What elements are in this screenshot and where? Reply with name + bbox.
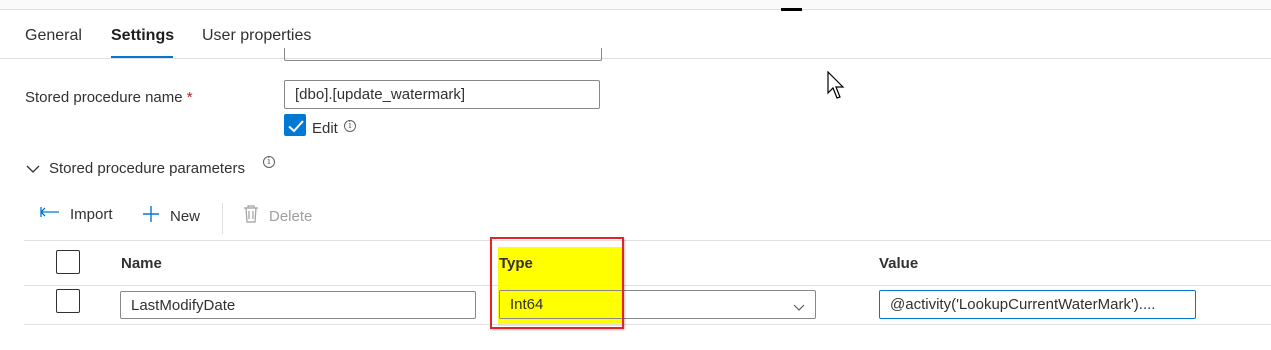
drag-handle[interactable]: [781, 8, 802, 11]
new-button[interactable]: New: [142, 205, 200, 227]
edit-label: Edit: [312, 120, 338, 137]
top-panel-edge: [0, 0, 1271, 10]
new-label: New: [170, 207, 201, 225]
import-arrow-icon: [40, 205, 60, 223]
table-header-bottom-border: [24, 285, 1271, 286]
required-marker: *: [186, 89, 193, 106]
column-header-name[interactable]: Name: [121, 255, 162, 272]
mouse-cursor-icon: [827, 70, 847, 106]
stored-procedure-name-field[interactable]: [dbo].[update_watermark]: [284, 80, 600, 109]
tab-general[interactable]: General: [25, 27, 82, 45]
row-checkbox[interactable]: [56, 289, 80, 313]
active-tab-indicator: [111, 56, 173, 58]
tab-settings[interactable]: Settings: [111, 27, 174, 45]
parameters-section-title[interactable]: Stored procedure parameters: [49, 160, 245, 177]
table-header-top-border: [24, 240, 1271, 241]
parameter-name-field[interactable]: LastModifyDate: [120, 291, 476, 319]
edit-info-icon[interactable]: i: [344, 120, 356, 132]
chevron-down-icon: [793, 299, 805, 316]
select-all-checkbox[interactable]: [56, 250, 80, 274]
scrolled-field[interactable]: [284, 48, 602, 61]
table-row-bottom-border: [24, 324, 1271, 325]
toolbar-divider: [222, 203, 223, 234]
stored-procedure-name-label: Stored procedure name *: [25, 89, 193, 106]
tab-user-properties[interactable]: User properties: [202, 27, 311, 45]
chevron-down-icon[interactable]: [25, 162, 41, 180]
import-button[interactable]: Import: [40, 205, 113, 223]
delete-label: Delete: [269, 207, 313, 225]
edit-checkbox[interactable]: [284, 114, 306, 136]
import-label: Import: [70, 205, 113, 223]
type-column-annotation-box: [490, 237, 624, 329]
tab-bar: General Settings User properties: [0, 22, 1271, 59]
trash-icon: [243, 205, 259, 227]
delete-button[interactable]: Delete: [243, 205, 312, 227]
parameter-value-field[interactable]: @activity('LookupCurrentWaterMark')....: [879, 290, 1196, 319]
plus-icon: [142, 205, 160, 227]
parameters-info-icon[interactable]: i: [263, 156, 275, 168]
column-header-value[interactable]: Value: [879, 255, 918, 272]
checkmark-icon: [288, 120, 304, 133]
